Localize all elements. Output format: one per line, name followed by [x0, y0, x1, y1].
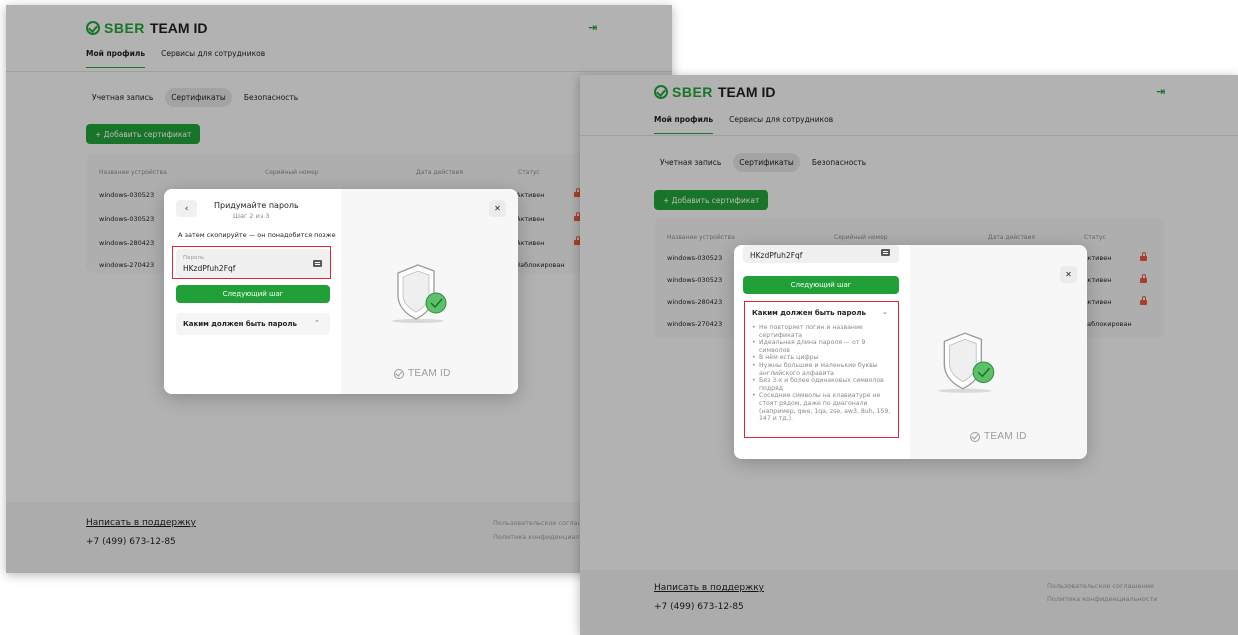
- close-icon[interactable]: ✕: [489, 200, 506, 217]
- modal-illustration-panel: ✕ TEAM ID: [910, 245, 1087, 459]
- password-modal: HKzdPfuh2Fqf Следующий шаг Каким должен …: [734, 245, 1087, 459]
- password-rules-list: Не повторяет логин и название сертификат…: [752, 324, 898, 423]
- modal-brand: TEAM ID: [394, 368, 451, 379]
- accordion-title[interactable]: Каким должен быть пароль: [752, 309, 866, 317]
- list-item: Не повторяет логин и название сертификат…: [752, 324, 898, 339]
- shield-check-icon: [392, 264, 447, 323]
- next-step-button[interactable]: Следующий шаг: [176, 285, 330, 303]
- list-item: Без 3-х и более одинаковых символов подр…: [752, 377, 898, 392]
- password-rules-accordion[interactable]: Каким должен быть пароль ⌃: [176, 313, 330, 335]
- modal-brand-text: TEAM ID: [408, 368, 451, 379]
- password-value[interactable]: HKzdPfuh2Fqf: [183, 264, 235, 273]
- chevron-up-icon[interactable]: ⌃: [314, 319, 320, 327]
- modal-hint: А затем скопируйте — он понадобится позж…: [178, 231, 336, 239]
- password-field[interactable]: HKzdPfuh2Fqf: [743, 245, 899, 263]
- back-arrow-icon[interactable]: ‹: [176, 200, 197, 217]
- password-field[interactable]: Пароль HKzdPfuh2Fqf: [176, 249, 330, 278]
- list-item: Нужны большие и маленькие буквы английск…: [752, 362, 898, 377]
- brand-check-icon: [394, 368, 404, 379]
- brand-check-icon: [970, 431, 980, 442]
- screenshot-window-a: SBER TEAM ID ⇥ Мой профиль Сервисы для с…: [6, 5, 672, 573]
- modal-form-panel: HKzdPfuh2Fqf Следующий шаг Каким должен …: [734, 245, 910, 459]
- shield-check-icon: [938, 332, 995, 393]
- list-item: Соседние символы на клавиатуре не стоят …: [752, 392, 898, 422]
- close-icon[interactable]: ✕: [1060, 266, 1077, 283]
- list-item: В нём есть цифры: [752, 354, 898, 362]
- password-modal: ‹ Придумайте пароль Шаг 2 из 3 А затем с…: [164, 189, 518, 394]
- modal-step: Шаг 2 из 3: [233, 212, 270, 220]
- modal-title: Придумайте пароль: [214, 201, 299, 210]
- modal-illustration-panel: ✕ TEAM ID: [341, 189, 518, 394]
- screenshot-window-b: SBER TEAM ID ⇥ Мой профиль Сервисы для с…: [580, 75, 1238, 635]
- modal-brand: TEAM ID: [970, 431, 1027, 442]
- modal-brand-text: TEAM ID: [984, 431, 1027, 442]
- password-value[interactable]: HKzdPfuh2Fqf: [750, 251, 802, 260]
- accordion-title[interactable]: Каким должен быть пароль: [183, 320, 297, 328]
- chevron-down-icon[interactable]: ⌄: [882, 308, 888, 316]
- copy-icon[interactable]: [881, 249, 890, 256]
- list-item: Идеальная длина пароля — от 9 символов: [752, 339, 898, 354]
- copy-icon[interactable]: [313, 260, 322, 267]
- modal-form-panel: ‹ Придумайте пароль Шаг 2 из 3 А затем с…: [164, 189, 341, 394]
- next-step-button[interactable]: Следующий шаг: [743, 276, 899, 294]
- password-label: Пароль: [183, 255, 205, 261]
